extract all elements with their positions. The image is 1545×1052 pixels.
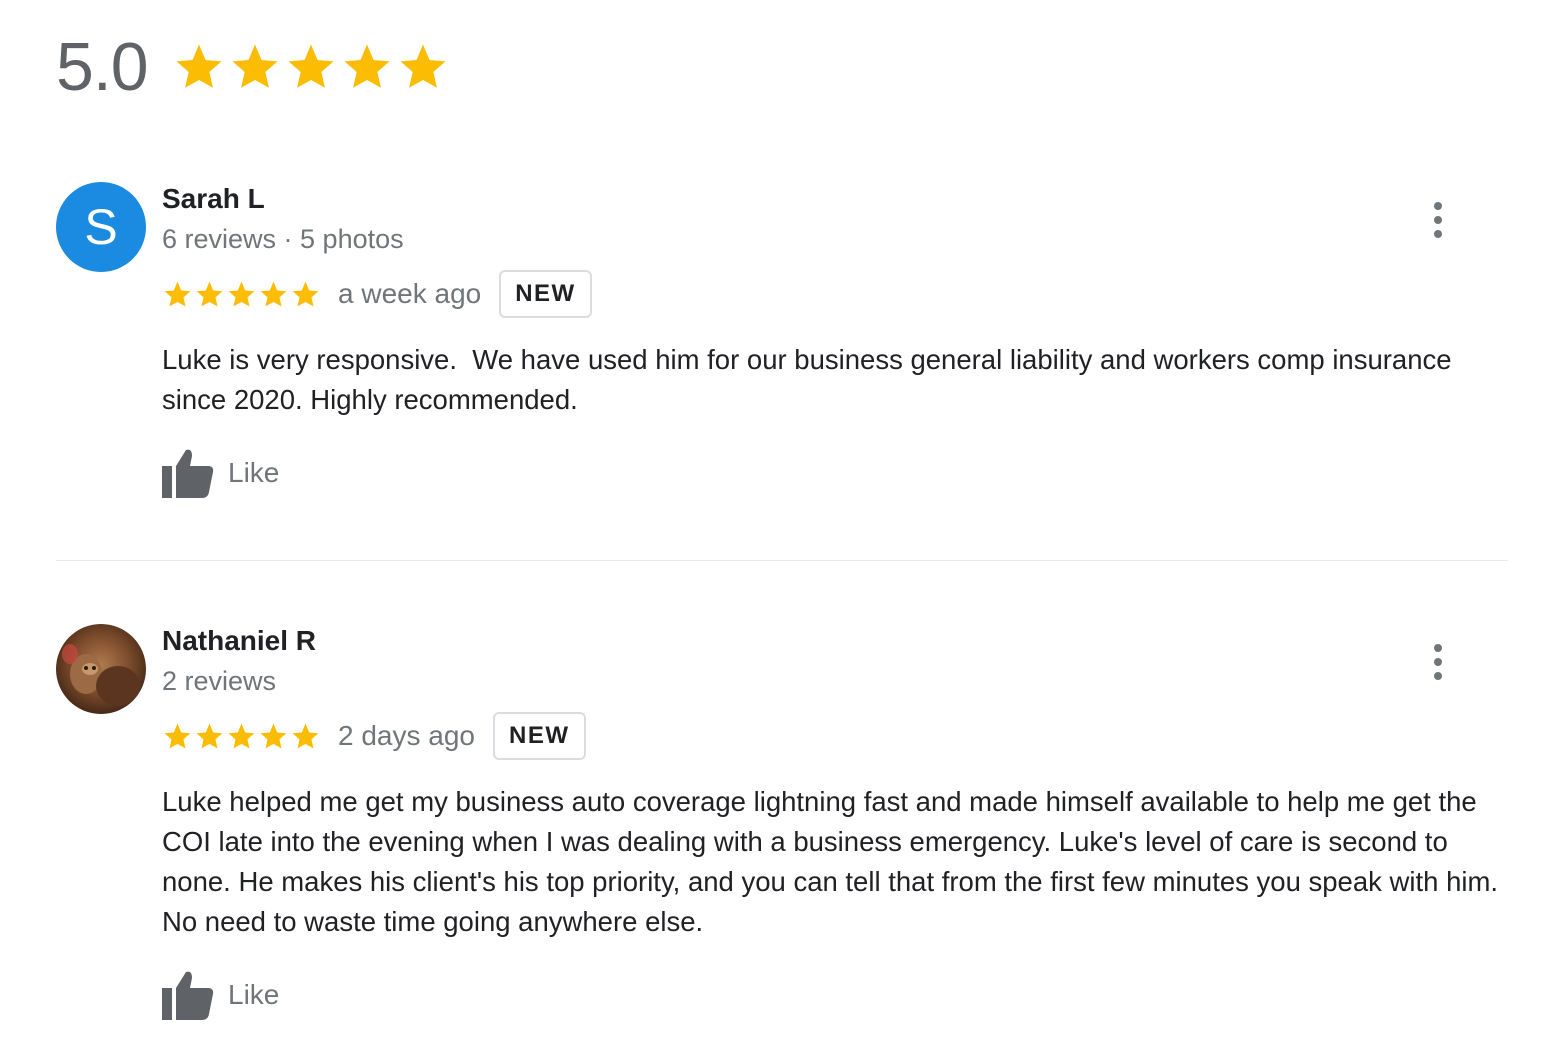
star-icon <box>292 723 319 748</box>
reviewer-meta[interactable]: 2 reviews <box>162 664 1508 698</box>
overall-stars <box>172 40 450 94</box>
like-button[interactable]: Like <box>162 970 1508 1020</box>
review-stars <box>162 279 321 310</box>
overall-rating: 5.0 <box>56 29 149 105</box>
more-vertical-icon <box>1434 644 1442 652</box>
like-label: Like <box>228 457 280 488</box>
star-icon <box>196 281 223 306</box>
star-icon <box>176 44 222 88</box>
star-icon <box>288 44 334 88</box>
star-icon <box>232 44 278 88</box>
new-badge: NEW <box>499 270 592 318</box>
review-card: S Sarah L 6 reviews · 5 photos a week ag… <box>56 182 1508 502</box>
user-photo-avatar <box>56 624 146 714</box>
review-card: Nathaniel R 2 reviews 2 days ago NEW Luk… <box>56 624 1508 1024</box>
reviewer-name[interactable]: Nathaniel R <box>162 624 1508 658</box>
review-date: a week ago <box>338 278 482 309</box>
review-text: Luke helped me get my business auto cove… <box>162 786 1506 937</box>
star-icon <box>260 723 287 748</box>
star-icon <box>228 281 255 306</box>
more-options-button[interactable] <box>1430 644 1446 680</box>
star-icon <box>292 281 319 306</box>
more-vertical-icon <box>1434 202 1442 210</box>
rating-summary: 5.0 <box>56 22 450 112</box>
star-icon <box>260 281 287 306</box>
star-icon <box>164 723 191 748</box>
star-icon <box>228 723 255 748</box>
star-icon <box>196 723 223 748</box>
review-text: Luke is very responsive. We have used hi… <box>162 344 1460 415</box>
star-icon <box>164 281 191 306</box>
thumbs-up-icon <box>162 449 214 498</box>
star-icon <box>400 44 446 88</box>
avatar[interactable] <box>56 624 146 714</box>
review-stars <box>162 721 321 752</box>
review-date: 2 days ago <box>338 720 475 751</box>
like-button[interactable]: Like <box>162 448 1508 498</box>
reviewer-name[interactable]: Sarah L <box>162 182 1508 216</box>
like-label: Like <box>228 979 280 1010</box>
avatar-letter: S <box>84 199 118 255</box>
divider <box>56 560 1508 561</box>
thumbs-up-icon <box>162 971 214 1020</box>
new-badge: NEW <box>493 712 586 760</box>
avatar[interactable]: S <box>56 182 146 272</box>
more-options-button[interactable] <box>1430 202 1446 238</box>
star-icon <box>344 44 390 88</box>
reviewer-meta[interactable]: 6 reviews · 5 photos <box>162 222 1508 256</box>
